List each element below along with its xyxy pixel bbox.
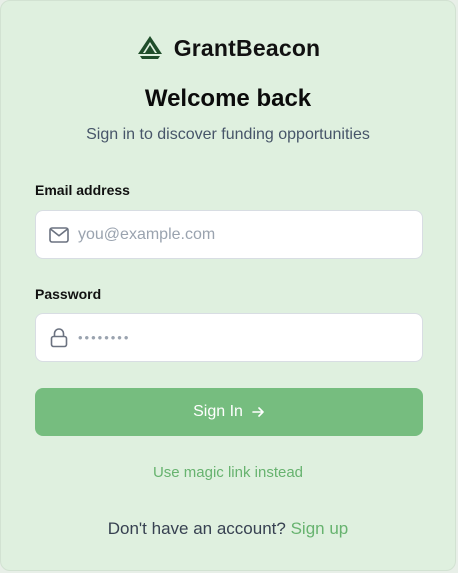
lock-icon xyxy=(48,327,70,349)
signup-prompt: Don't have an account? xyxy=(107,519,286,538)
login-card: GrantBeacon Welcome back Sign in to disc… xyxy=(0,0,456,571)
password-label: Password xyxy=(35,286,102,302)
email-label: Email address xyxy=(35,182,130,198)
password-input[interactable] xyxy=(78,330,398,345)
email-input[interactable] xyxy=(78,225,398,244)
signup-row: Don't have an account? Sign up xyxy=(1,519,455,539)
brand: GrantBeacon xyxy=(1,34,455,62)
mountain-logo-icon xyxy=(136,34,164,62)
password-field-container[interactable] xyxy=(35,313,423,362)
sign-in-label: Sign In xyxy=(193,403,243,420)
brand-name: GrantBeacon xyxy=(173,34,321,61)
signup-link[interactable]: Sign up xyxy=(291,519,349,538)
page-title: Welcome back xyxy=(144,85,312,112)
email-field-container[interactable] xyxy=(35,210,423,259)
mail-icon xyxy=(48,224,70,246)
arrow-right-icon xyxy=(251,405,265,419)
magic-link[interactable]: Use magic link instead xyxy=(1,464,455,481)
sign-in-button[interactable]: Sign In xyxy=(35,388,423,436)
page-subtitle: Sign in to discover funding opportunitie… xyxy=(86,126,370,143)
